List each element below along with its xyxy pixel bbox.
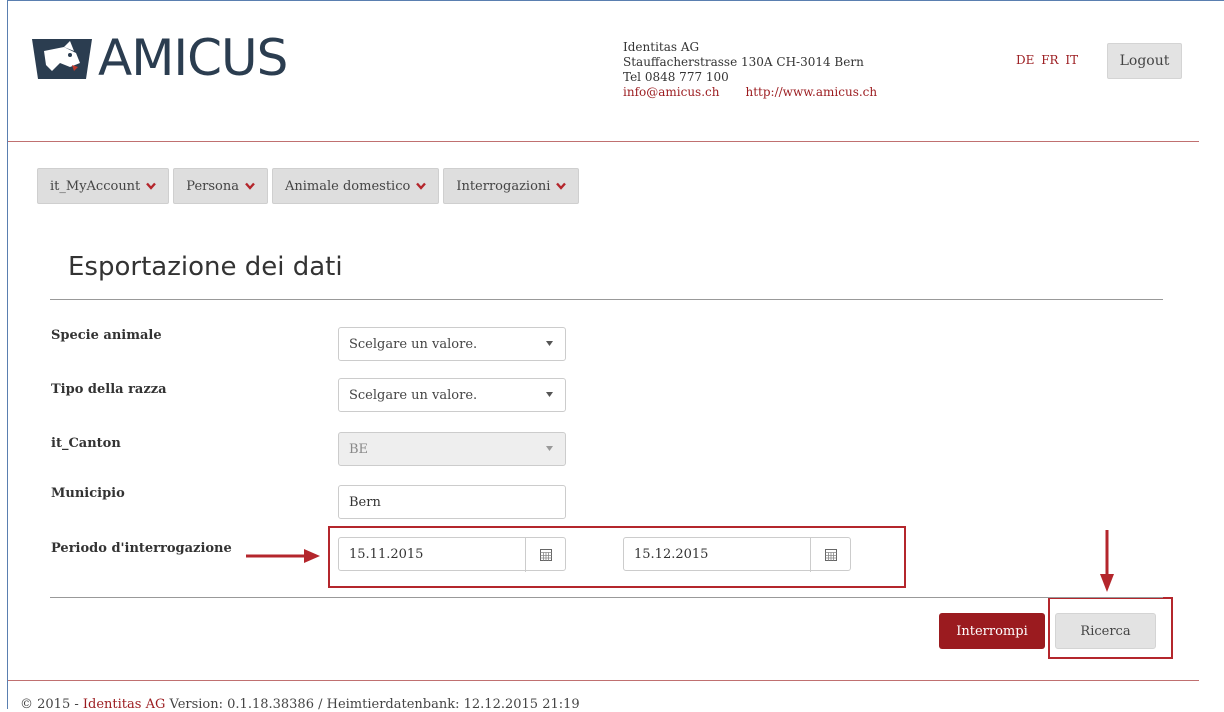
website-link[interactable]: http://www.amicus.ch [745, 85, 877, 99]
caret-down-icon [546, 341, 553, 346]
breed-type-select[interactable]: Scelgare un valore. [338, 378, 566, 412]
frame-left-border [7, 0, 8, 709]
footer-copyright: © 2015 - [20, 697, 79, 712]
nav-item-label: Persona [186, 178, 239, 194]
frame-top-border [7, 0, 1224, 1]
company-info: Identitas AG Stauffacherstrasse 130A CH-… [623, 40, 877, 100]
species-select-value: Scelgare un valore. [349, 336, 478, 352]
footer-divider [8, 680, 1199, 681]
page-title: Esportazione dei dati [68, 252, 343, 282]
cancel-button[interactable]: Interrompi [939, 613, 1045, 649]
chevron-down-icon [556, 182, 567, 190]
breed-type-label: Tipo della razza [51, 382, 167, 397]
nav-item-myaccount[interactable]: it_MyAccount [37, 168, 170, 204]
company-phone: Tel 0848 777 100 [623, 70, 729, 84]
canton-select[interactable]: BE [338, 432, 566, 466]
chevron-down-icon [416, 182, 427, 190]
logout-button[interactable]: Logout [1107, 43, 1182, 79]
nav-item-label: Animale domestico [285, 178, 411, 194]
nav-item-persona[interactable]: Persona [173, 168, 268, 204]
period-label: Periodo d'interrogazione [51, 541, 232, 556]
search-button[interactable]: Ricerca [1055, 613, 1156, 649]
company-address: Stauffacherstrasse 130A CH-3014 Bern [623, 55, 864, 69]
lang-it-link[interactable]: IT [1065, 53, 1078, 67]
caret-down-icon [546, 392, 553, 397]
down-arrow-icon [1100, 530, 1114, 592]
company-name: Identitas AG [623, 40, 700, 54]
footer-company-link[interactable]: Identitas AG [83, 697, 165, 712]
language-switcher: DE FR IT [1016, 53, 1081, 67]
chevron-down-icon [245, 182, 255, 190]
brand-name: AMICUS [98, 29, 288, 87]
footer: © 2015 - Identitas AG Version: 0.1.18.38… [20, 697, 580, 712]
nav-item-label: it_MyAccount [50, 178, 141, 194]
footer-version: Version: 0.1.18.38386 / Heimtierdatenban… [169, 697, 580, 712]
main-nav: it_MyAccount Persona Animale domestico I… [37, 168, 583, 204]
municipality-label: Municipio [51, 486, 125, 501]
species-label: Specie animale [51, 328, 162, 343]
right-arrow-icon [246, 549, 320, 563]
nav-item-interrogazioni[interactable]: Interrogazioni [443, 168, 580, 204]
amicus-logo[interactable]: AMICUS [30, 28, 288, 88]
email-link[interactable]: info@amicus.ch [623, 85, 719, 99]
caret-down-icon [546, 446, 553, 451]
form-divider [50, 597, 1163, 598]
nav-item-label: Interrogazioni [456, 178, 551, 194]
municipality-input[interactable]: Bern [338, 485, 566, 519]
breed-type-select-value: Scelgare un valore. [349, 387, 478, 403]
period-highlight-box [328, 526, 906, 588]
lang-de-link[interactable]: DE [1016, 53, 1034, 67]
canton-label: it_Canton [51, 436, 121, 451]
dog-logo-icon [32, 39, 92, 79]
title-divider [50, 299, 1163, 300]
species-select[interactable]: Scelgare un valore. [338, 327, 566, 361]
canton-select-value: BE [349, 441, 369, 457]
header-divider [8, 141, 1199, 142]
lang-fr-link[interactable]: FR [1041, 53, 1058, 67]
nav-item-animale-domestico[interactable]: Animale domestico [272, 168, 440, 204]
chevron-down-icon [146, 182, 157, 190]
